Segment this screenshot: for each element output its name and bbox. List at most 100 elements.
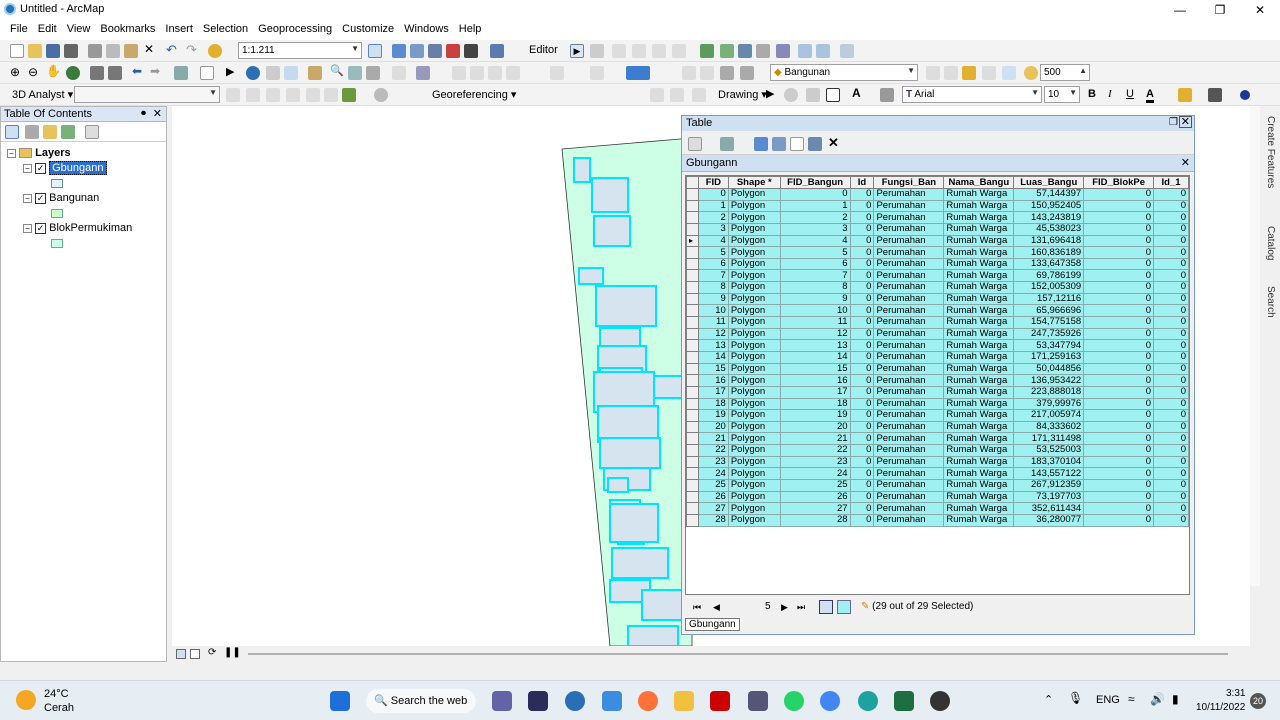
table-row[interactable]: 26 Polygon 26 0 Perumahan Rumah Warga 73,19770…	[686, 490, 1189, 504]
table-cell[interactable]: 19	[779, 409, 851, 422]
table-cell[interactable]: 183,370104	[1013, 455, 1085, 469]
html-popup-icon[interactable]	[284, 66, 298, 80]
target-layer-combo[interactable]: ◆ Bangunan ▼	[770, 64, 918, 81]
table-cell[interactable]: Perumahan	[873, 304, 945, 318]
table-cell[interactable]: 0	[849, 222, 875, 236]
python-window-icon[interactable]	[464, 44, 478, 58]
table-cell[interactable]: 0	[1083, 479, 1155, 492]
table-cell[interactable]: 12	[779, 327, 851, 341]
new-text-icon[interactable]: A	[852, 86, 866, 100]
table-cell[interactable]: 0	[1153, 490, 1189, 504]
measure-icon[interactable]	[308, 66, 322, 80]
table-cell[interactable]: Polygon	[727, 444, 781, 457]
pin-icon[interactable]: ⏺	[141, 108, 146, 119]
table-cell[interactable]: 0	[1153, 199, 1189, 213]
list-by-visibility-icon[interactable]	[43, 125, 57, 139]
table-cell[interactable]: Rumah Warga	[943, 292, 1015, 306]
table-cell[interactable]: 17	[697, 385, 729, 399]
table-cell[interactable]: 6	[779, 257, 851, 271]
menu-geoprocessing[interactable]: Geoprocessing	[253, 20, 337, 38]
table-cell[interactable]: 157,12116	[1013, 292, 1085, 306]
model-builder-icon[interactable]	[490, 44, 504, 58]
time-slider-icon[interactable]	[392, 66, 406, 80]
table-cell[interactable]: Rumah Warga	[943, 188, 1015, 201]
table-cell[interactable]: 0	[1083, 502, 1155, 515]
table-cell[interactable]: 0	[1083, 211, 1155, 224]
close-tab-icon[interactable]: ✕	[1181, 156, 1190, 169]
table-cell[interactable]: 3	[697, 222, 729, 236]
split-icon[interactable]	[756, 44, 770, 58]
firefox-icon[interactable]	[638, 691, 658, 711]
arcscene-icon[interactable]	[374, 88, 388, 102]
collapse-icon[interactable]: −	[23, 163, 32, 173]
table-cell[interactable]: Perumahan	[873, 246, 945, 259]
arctoolbox-icon[interactable]	[446, 44, 460, 58]
table-cell[interactable]: 21	[697, 432, 729, 446]
table-cell[interactable]: 24	[697, 467, 729, 481]
table-cell[interactable]: Rumah Warga	[943, 513, 1015, 527]
table-cell[interactable]: 247,735926	[1013, 327, 1085, 341]
table-cell[interactable]: 25	[697, 479, 729, 492]
row-selector[interactable]	[686, 292, 699, 306]
row-selector[interactable]	[686, 211, 699, 224]
table-cell[interactable]: 24	[779, 467, 851, 481]
table-cell[interactable]: Perumahan	[873, 374, 945, 387]
table-cell[interactable]: Rumah Warga	[943, 269, 1015, 283]
table-cell[interactable]: 143,557122	[1013, 467, 1085, 481]
bangunan-symbol-swatch[interactable]	[51, 209, 63, 218]
table-cell[interactable]: 0	[1153, 234, 1189, 248]
table-cell[interactable]: 150,952405	[1013, 199, 1085, 213]
table-cell[interactable]: 0	[1153, 467, 1189, 481]
table-cell[interactable]: 0	[1083, 292, 1155, 306]
table-cell[interactable]: 10	[697, 304, 729, 318]
row-selector[interactable]	[686, 188, 699, 201]
list-by-source-icon[interactable]	[25, 125, 39, 139]
toc-layer-bangunan[interactable]: − ✓ Bangunan	[23, 192, 99, 204]
table-cell[interactable]: 0	[849, 490, 875, 504]
column-header[interactable]: FID_BlokPe	[1083, 176, 1155, 189]
excel-icon[interactable]	[894, 691, 914, 711]
table-cell[interactable]: 0	[1153, 188, 1189, 201]
show-all-records-icon[interactable]	[819, 600, 833, 614]
table-row[interactable]: 14 Polygon 14 0 Perumahan Rumah Warga 171,2591…	[686, 350, 1189, 364]
table-cell[interactable]: 0	[1153, 409, 1189, 422]
row-selector[interactable]	[686, 327, 699, 341]
underline-button[interactable]: U	[1126, 88, 1134, 100]
table-cell[interactable]: 0	[1083, 246, 1155, 259]
profile-graph-icon[interactable]	[342, 88, 356, 102]
table-cell[interactable]: 8	[697, 281, 729, 294]
select-by-attributes-icon[interactable]	[754, 137, 768, 151]
table-cell[interactable]: 0	[849, 374, 875, 387]
table-cell[interactable]: Rumah Warga	[943, 281, 1015, 294]
font-name-combo[interactable]: T Arial ▼	[902, 86, 1042, 103]
next-record-icon[interactable]: ▶	[781, 602, 788, 613]
table-row[interactable]: 13 Polygon 13 0 Perumahan Rumah Warga 53,34779…	[686, 339, 1189, 352]
create-features-icon[interactable]	[840, 44, 854, 58]
table-cell[interactable]: 28	[697, 513, 729, 527]
table-row[interactable]: 11 Polygon 11 0 Perumahan Rumah Warga 154,7751…	[686, 316, 1189, 329]
table-cell[interactable]: 36,280077	[1013, 513, 1085, 527]
table-cell[interactable]: 0	[1153, 420, 1189, 434]
row-selector[interactable]	[686, 339, 699, 352]
table-cell[interactable]: Polygon	[727, 304, 781, 318]
row-selector[interactable]	[686, 432, 699, 446]
table-cell[interactable]: 0	[779, 188, 851, 201]
table-cell[interactable]: 0	[1153, 374, 1189, 387]
mail-icon[interactable]	[602, 691, 622, 711]
microphone-icon[interactable]: 🎙	[1068, 691, 1083, 705]
close-icon[interactable]: ✕	[1178, 116, 1192, 128]
column-header[interactable]: Shape *	[727, 176, 781, 189]
column-header[interactable]: FID_Bangun	[779, 176, 851, 189]
table-cell[interactable]: Perumahan	[873, 269, 945, 283]
create-features-tab[interactable]: Create Features	[1265, 116, 1276, 188]
table-cell[interactable]: 0	[1153, 362, 1189, 376]
whatsapp-icon[interactable]	[784, 691, 804, 711]
table-cell[interactable]: 0	[849, 304, 875, 318]
table-cell[interactable]: 14	[697, 350, 729, 364]
redo-icon[interactable]: ↷	[186, 42, 200, 57]
delete-selected-icon[interactable]: ✕	[828, 135, 842, 150]
menu-insert[interactable]: Insert	[160, 20, 198, 38]
table-cell[interactable]: Polygon	[727, 246, 781, 259]
effects-icon[interactable]	[1002, 66, 1016, 80]
table-cell[interactable]: 13	[779, 339, 851, 352]
